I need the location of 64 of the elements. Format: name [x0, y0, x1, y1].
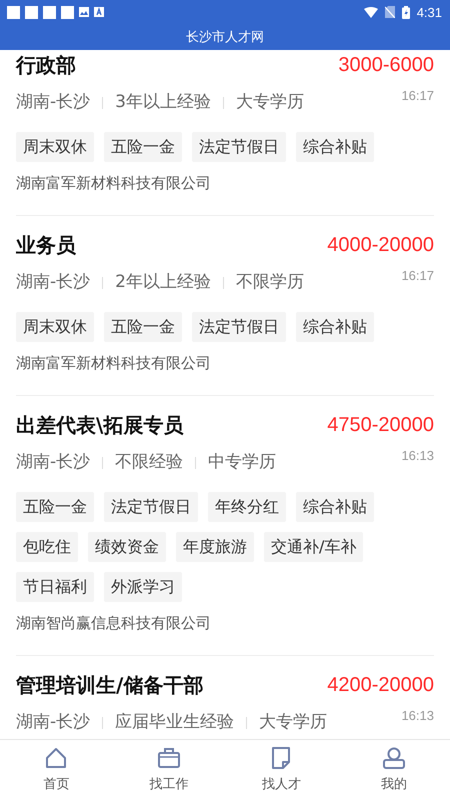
- benefit-tag: 周末双休: [16, 312, 94, 342]
- post-time: 16:13: [401, 448, 434, 463]
- benefit-tag: 综合补贴: [296, 492, 374, 522]
- job-detail: 湖南-长沙: [16, 450, 90, 472]
- job-detail: 不限经验: [115, 450, 184, 472]
- salary: 4000-20000: [327, 234, 434, 256]
- benefit-tag: 外派学习: [104, 572, 182, 602]
- job-detail: 湖南-长沙: [16, 270, 90, 292]
- job-detail: 湖南-长沙: [16, 710, 90, 732]
- company-name: 湖南富军新材料科技有限公司: [16, 353, 212, 374]
- benefit-tag: 法定节假日: [104, 492, 198, 522]
- image-icon: [79, 7, 89, 17]
- salary: 4750-20000: [327, 414, 434, 436]
- benefit-tag: 节日福利: [16, 572, 94, 602]
- job-detail: 大专学历: [236, 90, 304, 112]
- salary: 3000-6000: [338, 54, 434, 76]
- wifi-icon: [364, 6, 378, 18]
- benefit-tag: 包吃住: [16, 532, 78, 562]
- app-title: 长沙市人才网: [186, 29, 264, 46]
- notification-icon: [7, 6, 20, 18]
- nav-tab[interactable]: 找人才: [225, 740, 338, 800]
- benefit-tag: 周末双休: [16, 132, 94, 162]
- job-detail: 湖南-长沙: [16, 90, 90, 112]
- briefcase-icon: [158, 747, 180, 769]
- job-detail: 大专学历: [259, 710, 328, 732]
- company-name: 湖南富军新材料科技有限公司: [16, 173, 212, 194]
- battery-icon: [402, 6, 410, 18]
- job-title[interactable]: 管理培训生/储备干部: [16, 672, 204, 698]
- notification-icon: [61, 6, 74, 18]
- nav-tab[interactable]: 找工作: [112, 740, 225, 800]
- benefit-tag: 五险一金: [104, 132, 182, 162]
- no-sim-icon: [384, 6, 395, 18]
- home-icon: [45, 747, 68, 769]
- benefit-tag: 综合补贴: [296, 312, 374, 342]
- benefit-tag: 交通补/车补: [264, 532, 364, 562]
- nav-tab[interactable]: 我的: [338, 740, 450, 800]
- benefit-tag: 法定节假日: [192, 132, 286, 162]
- job-title[interactable]: 业务员: [16, 232, 76, 258]
- post-time: 16:13: [401, 708, 434, 723]
- job-title[interactable]: 行政部: [16, 52, 76, 78]
- salary: 4200-20000: [327, 674, 434, 696]
- clock: 4:31: [416, 4, 442, 20]
- benefit-tag: 年度旅游: [176, 532, 254, 562]
- font-icon: [94, 7, 104, 17]
- notification-icon: [25, 6, 38, 18]
- benefit-tag: 综合补贴: [296, 132, 374, 162]
- job-detail: 中专学历: [208, 450, 276, 472]
- benefit-tag: 绩效资金: [88, 532, 166, 562]
- notification-icon: [43, 6, 56, 18]
- benefit-tag: 年终分红: [208, 492, 286, 522]
- person-icon: [382, 747, 405, 769]
- note-icon: [270, 747, 292, 769]
- benefit-tag: 五险一金: [104, 312, 182, 342]
- post-time: 16:17: [401, 268, 434, 283]
- job-title[interactable]: 出差代表\拓展专员: [16, 412, 184, 438]
- company-name: 湖南智尚赢信息科技有限公司: [16, 613, 212, 634]
- job-detail: 不限学历: [236, 270, 304, 292]
- post-time: 16:17: [401, 88, 434, 103]
- benefit-tag: 法定节假日: [192, 312, 286, 342]
- job-detail: 3年以上经验: [115, 90, 211, 112]
- nav-tab[interactable]: 首页: [0, 740, 112, 800]
- job-detail: 应届毕业生经验: [115, 710, 234, 732]
- job-detail: 2年以上经验: [115, 270, 211, 292]
- benefit-tag: 五险一金: [16, 492, 94, 522]
